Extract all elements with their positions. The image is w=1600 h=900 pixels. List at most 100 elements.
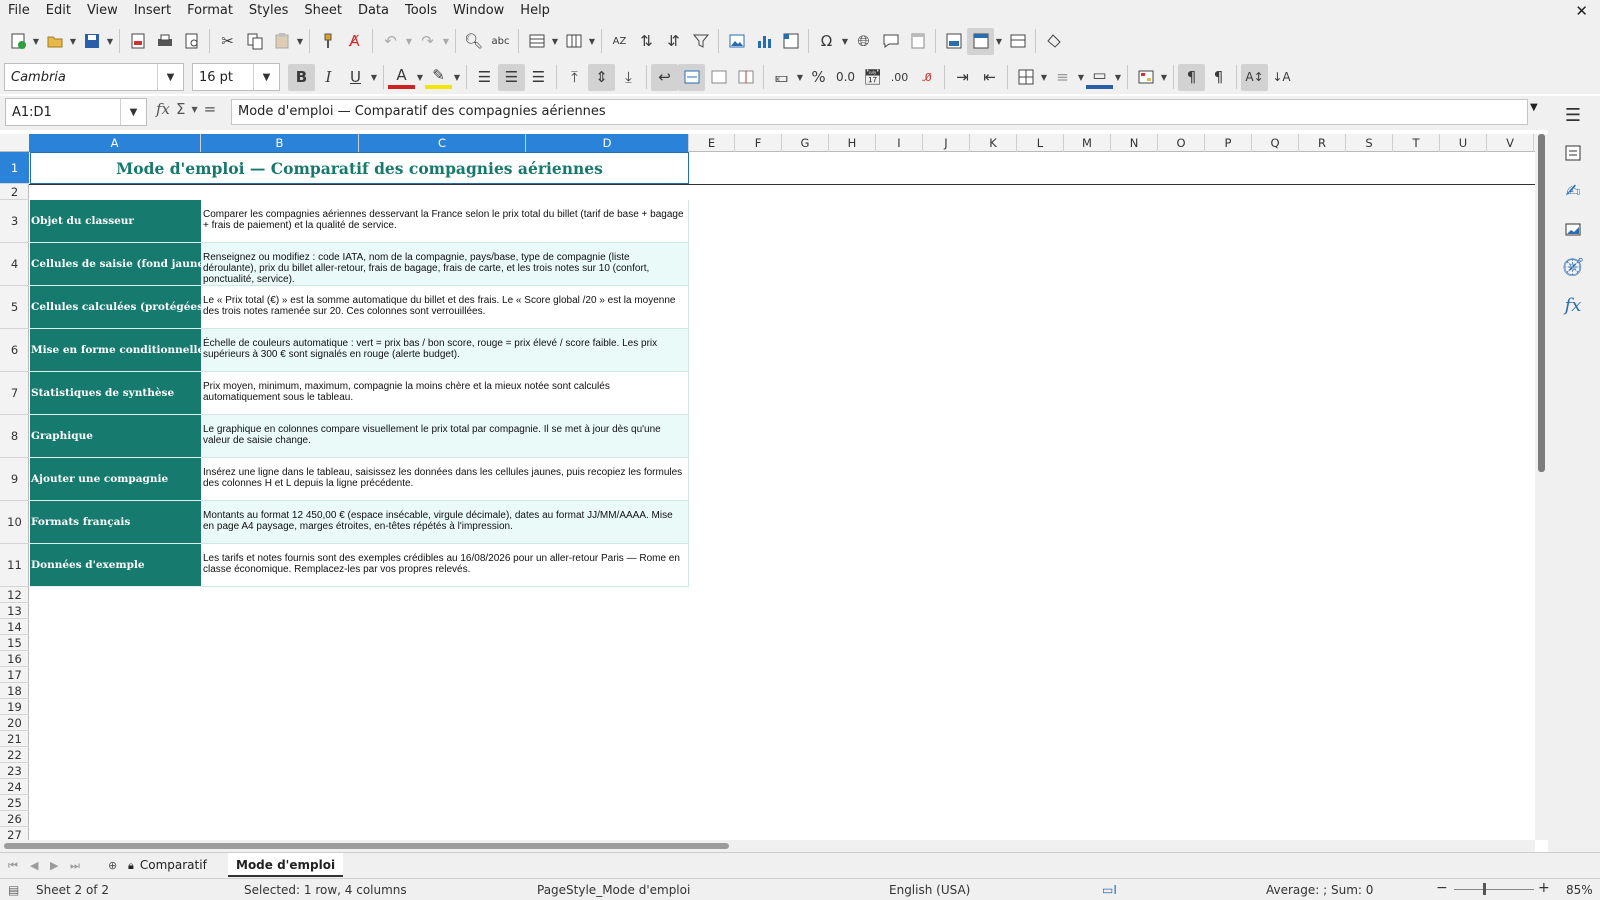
menu-view[interactable]: View [79, 0, 126, 22]
tab-mode-demploi[interactable]: Mode d'emploi [228, 853, 344, 877]
expand-formula-bar-icon[interactable]: ▼ [1530, 102, 1538, 113]
vertical-scrollbar[interactable] [1535, 134, 1548, 840]
column-header[interactable]: O [1158, 134, 1205, 152]
conditional-format-icon[interactable] [1132, 64, 1159, 91]
open-folder-icon[interactable] [41, 28, 68, 55]
spelling-icon[interactable]: abc [487, 28, 514, 55]
description-cell[interactable]: Les tarifs et notes fournis sont des exe… [201, 544, 689, 587]
border-color-icon[interactable]: ▭ [1086, 65, 1113, 89]
delete-decimal-icon[interactable]: .0̸ [913, 64, 940, 91]
status-sum[interactable]: Average: ; Sum: 0 [1266, 883, 1373, 897]
document-modified-icon[interactable]: ▤ [8, 883, 19, 897]
label-cell[interactable]: Données d'exemple [30, 544, 201, 587]
left-to-right-icon[interactable]: ¶ [1178, 63, 1205, 91]
text-horizontal-icon[interactable]: A↕ [1241, 63, 1268, 91]
menu-edit[interactable]: Edit [38, 0, 79, 22]
currency-dropdown-icon[interactable]: ▼ [795, 73, 805, 82]
row-header[interactable]: 16 [0, 651, 29, 667]
column-header[interactable]: T [1393, 134, 1440, 152]
row-header[interactable]: 3 [0, 200, 29, 243]
hyperlink-icon[interactable]: 🌐︎ [850, 28, 877, 55]
column-header[interactable]: V [1487, 134, 1534, 152]
column-header[interactable]: L [1017, 134, 1064, 152]
cut-icon[interactable]: ✂ [214, 28, 241, 55]
undo-dropdown-icon[interactable]: ▼ [404, 37, 414, 46]
row-header[interactable]: 18 [0, 683, 29, 699]
description-cell[interactable]: Comparer les compagnies aériennes desser… [201, 200, 689, 243]
copy-icon[interactable] [241, 28, 268, 55]
row-header[interactable]: 11 [0, 544, 29, 587]
status-page-style[interactable]: PageStyle_Mode d'emploi [537, 883, 690, 897]
bold-icon[interactable]: B [288, 63, 315, 91]
align-left-icon[interactable]: ☰ [471, 64, 498, 91]
insert-image-icon[interactable] [723, 28, 750, 55]
row-header[interactable]: 25 [0, 795, 29, 811]
description-cell[interactable]: Prix moyen, minimum, maximum, compagnie … [201, 372, 689, 415]
zoom-in-icon[interactable]: + [1538, 880, 1550, 896]
row-icon[interactable] [523, 28, 550, 55]
horizontal-scroll-thumb[interactable] [4, 843, 729, 849]
column-icon[interactable] [560, 28, 587, 55]
clear-formatting-icon[interactable]: A̸ [341, 28, 368, 55]
label-cell[interactable]: Formats français [30, 501, 201, 544]
row-header[interactable]: 22 [0, 747, 29, 763]
gallery-icon[interactable] [1560, 216, 1586, 242]
split-window-icon[interactable] [1004, 28, 1031, 55]
tab-comparatif[interactable]: 🔒︎ Comparatif [120, 853, 215, 877]
column-header[interactable]: H [829, 134, 876, 152]
functions-icon[interactable]: fx [1560, 292, 1586, 318]
save-icon[interactable] [78, 28, 105, 55]
column-header[interactable]: R [1299, 134, 1346, 152]
status-language[interactable]: English (USA) [889, 883, 970, 897]
freeze-dropdown-icon[interactable]: ▼ [994, 37, 1004, 46]
increase-indent-icon[interactable]: ⇥ [949, 64, 976, 91]
row-header[interactable]: 21 [0, 731, 29, 747]
merge-cells-icon[interactable] [705, 64, 732, 91]
highlight-color-icon[interactable]: ✎ [425, 65, 452, 89]
define-print-area-icon[interactable] [940, 28, 967, 55]
vertical-scroll-thumb[interactable] [1538, 134, 1545, 472]
underline-dropdown-icon[interactable]: ▼ [369, 73, 379, 82]
column-header[interactable]: U [1440, 134, 1487, 152]
next-sheet-icon[interactable]: ▶ [50, 859, 58, 872]
row-header[interactable]: 26 [0, 811, 29, 827]
align-bottom-icon[interactable]: ⤓ [615, 64, 642, 91]
row-header[interactable]: 27 [0, 827, 29, 841]
row-header[interactable]: 23 [0, 763, 29, 779]
label-cell[interactable]: Cellules de saisie (fond jaune pâle) [30, 243, 201, 286]
redo-dropdown-icon[interactable]: ▼ [441, 37, 451, 46]
row-header[interactable]: 7 [0, 372, 29, 415]
menu-help[interactable]: Help [512, 0, 558, 22]
merge-center-icon[interactable] [678, 63, 705, 91]
percent-format-icon[interactable]: % [805, 64, 832, 91]
special-character-icon[interactable]: Ω [813, 28, 840, 55]
row-header[interactable]: 4 [0, 243, 29, 286]
align-center-icon[interactable]: ☰ [498, 63, 525, 91]
row-header[interactable]: 13 [0, 603, 29, 619]
show-draw-functions-icon[interactable] [1040, 28, 1067, 55]
row-header[interactable]: 9 [0, 458, 29, 501]
styles-icon[interactable]: ✍︎ [1560, 178, 1586, 204]
conditional-format-dropdown-icon[interactable]: ▼ [1159, 73, 1169, 82]
paste-dropdown-icon[interactable]: ▼ [295, 37, 305, 46]
label-cell[interactable]: Objet du classeur [30, 200, 201, 243]
add-sheet-icon[interactable]: ⊕ [108, 859, 117, 872]
row-header[interactable]: 8 [0, 415, 29, 458]
align-right-icon[interactable]: ☰ [525, 64, 552, 91]
column-header[interactable]: M [1064, 134, 1111, 152]
label-cell[interactable]: Mise en forme conditionnelle [30, 329, 201, 372]
row-header[interactable]: 1 [0, 152, 29, 184]
column-header[interactable]: J [923, 134, 970, 152]
highlight-dropdown-icon[interactable]: ▼ [452, 73, 462, 82]
sort-icon[interactable]: AZ [606, 28, 633, 55]
column-header[interactable]: K [970, 134, 1017, 152]
column-header[interactable]: C [359, 134, 526, 152]
formula-equals-icon[interactable]: = [204, 100, 217, 118]
sheet-title-cell[interactable]: Mode d'emploi — Comparatif des compagnie… [30, 152, 689, 184]
column-header[interactable]: E [689, 134, 735, 152]
unmerge-cells-icon[interactable] [732, 64, 759, 91]
last-sheet-icon[interactable]: ⏭ [70, 859, 80, 873]
label-cell[interactable]: Cellules calculées (protégées) [30, 286, 201, 329]
align-middle-icon[interactable]: ⇕ [588, 63, 615, 91]
description-cell[interactable]: Le graphique en colonnes compare visuell… [201, 415, 689, 458]
